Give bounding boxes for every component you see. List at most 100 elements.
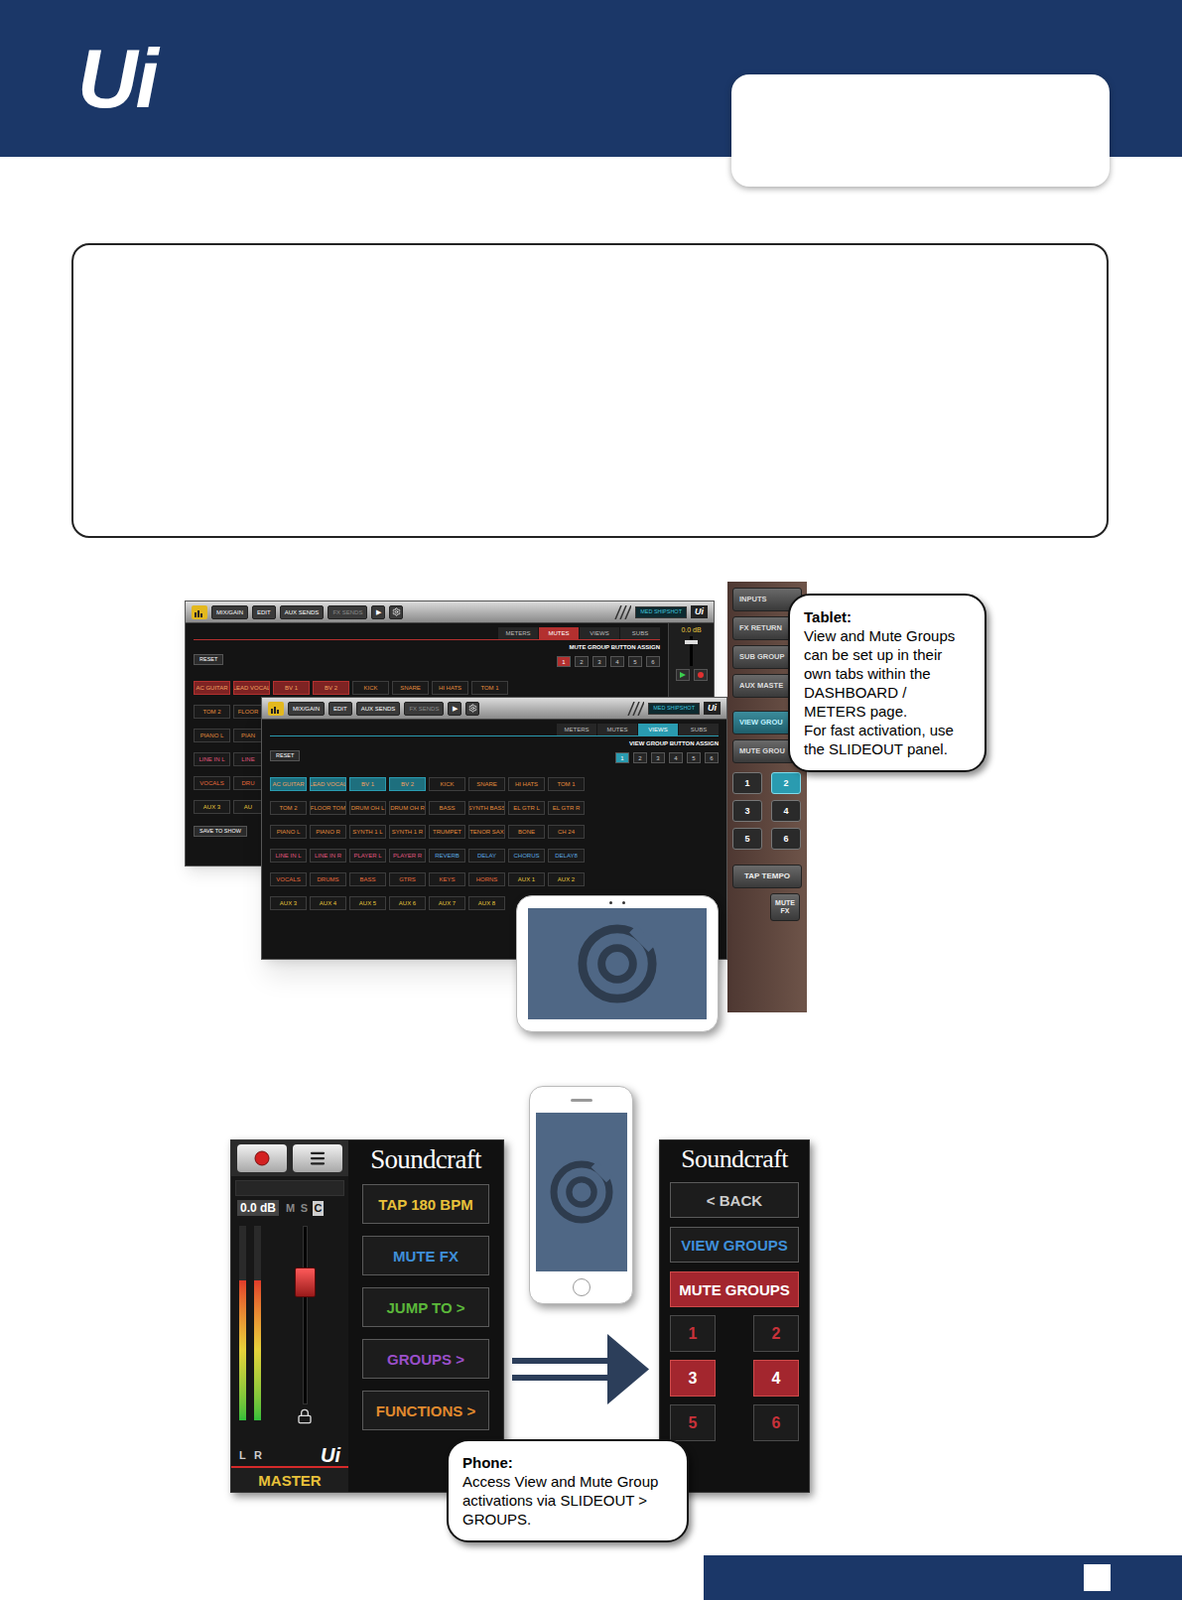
channel-button[interactable]: DELAY8 xyxy=(547,848,585,863)
channel-button[interactable]: TOM 1 xyxy=(471,680,509,695)
save-to-show-button[interactable]: SAVE TO SHOW xyxy=(193,825,248,837)
menu-button[interactable] xyxy=(292,1144,343,1173)
channel-button[interactable]: EL GTR L xyxy=(508,800,545,815)
toolbar-button[interactable]: FX SENDS xyxy=(403,701,444,716)
channel-button[interactable]: HORNS xyxy=(468,872,506,887)
channel-button[interactable]: LEAD VOCAL xyxy=(309,777,347,791)
record-button[interactable] xyxy=(693,668,708,681)
group-assign-button[interactable]: 2 xyxy=(574,656,589,667)
play-button[interactable] xyxy=(675,668,690,681)
channel-button[interactable]: AUX 6 xyxy=(389,896,426,911)
channel-button[interactable]: DRU xyxy=(233,776,263,790)
group-assign-button[interactable]: 2 xyxy=(633,752,648,764)
channel-button[interactable]: TOM 2 xyxy=(269,800,307,815)
channel-button[interactable]: AUX 1 xyxy=(508,872,545,887)
channel-button[interactable]: DELAY xyxy=(468,848,506,863)
play-button[interactable]: ▶ xyxy=(447,701,462,716)
group-assign-button[interactable]: 6 xyxy=(646,656,660,667)
channel-button[interactable]: BV 1 xyxy=(272,680,310,695)
channel-button[interactable]: VOCALS xyxy=(269,872,307,887)
channel-button[interactable]: DRUM OH L xyxy=(349,800,387,815)
channel-button[interactable]: AUX 5 xyxy=(349,896,387,911)
group-button[interactable]: 6 xyxy=(771,827,801,850)
channel-button[interactable]: BV 2 xyxy=(312,680,350,695)
slideout-button[interactable]: FUNCTIONS > xyxy=(362,1390,490,1431)
channel-button[interactable]: CHORUS xyxy=(508,848,545,863)
channel-button[interactable]: HI HATS xyxy=(508,777,545,791)
channel-button[interactable]: DRUMS xyxy=(309,872,347,887)
slideout-button[interactable]: MUTE FX xyxy=(362,1235,490,1276)
tab[interactable]: METERS xyxy=(498,627,538,640)
channel-button[interactable]: REVERB xyxy=(428,848,466,863)
settings-button[interactable] xyxy=(389,605,403,620)
tab[interactable]: SUBS xyxy=(678,723,719,736)
reset-button[interactable]: RESET xyxy=(269,750,300,762)
channel-button[interactable]: SYNTH 1 L xyxy=(349,824,387,839)
slideout-button[interactable]: GROUPS > xyxy=(362,1338,490,1379)
channel-button[interactable]: BONE xyxy=(508,824,545,839)
toolbar-button[interactable]: MIX/GAIN xyxy=(211,605,249,620)
fader[interactable] xyxy=(302,1225,308,1405)
channel-button[interactable]: TOM 2 xyxy=(193,704,231,719)
group-button[interactable]: 1 xyxy=(732,772,763,794)
channel-button[interactable]: LINE IN L xyxy=(269,848,307,863)
dashboard-button[interactable] xyxy=(191,605,208,620)
settings-button[interactable] xyxy=(465,701,480,716)
channel-button[interactable]: AUX 8 xyxy=(468,896,506,911)
channel-button[interactable]: AC GUITAR xyxy=(193,680,231,695)
group-button[interactable]: 2 xyxy=(753,1314,799,1352)
channel-button[interactable]: TRUMPET xyxy=(428,824,466,839)
group-assign-button[interactable]: 4 xyxy=(668,752,683,764)
channel-button[interactable]: LINE xyxy=(233,752,263,767)
channel-button[interactable]: SNARE xyxy=(468,777,506,791)
channel-button[interactable]: LINE IN L xyxy=(193,752,231,767)
group-assign-button[interactable]: 1 xyxy=(556,656,571,667)
toolbar-button[interactable]: MIX/GAIN xyxy=(287,701,325,716)
channel-button[interactable]: AU xyxy=(233,799,263,814)
channel-button[interactable]: BASS xyxy=(428,800,466,815)
group-assign-button[interactable]: 5 xyxy=(686,752,701,764)
channel-button[interactable]: AUX 2 xyxy=(547,872,585,887)
group-assign-button[interactable]: 3 xyxy=(651,752,665,764)
channel-button[interactable]: BASS xyxy=(349,872,387,887)
toolbar-button[interactable]: FX SENDS xyxy=(327,605,368,620)
channel-button[interactable]: AUX 3 xyxy=(269,896,307,911)
channel-button[interactable]: TOM 1 xyxy=(547,777,585,791)
toolbar-button[interactable]: EDIT xyxy=(328,701,353,716)
channel-button[interactable]: FLOOR TOM xyxy=(309,800,347,815)
channel-mode-button[interactable]: S xyxy=(298,1200,310,1216)
channel-button[interactable]: AUX 7 xyxy=(428,896,466,911)
channel-button[interactable]: FLOOR xyxy=(233,704,263,719)
channel-button[interactable]: GTRS xyxy=(389,872,426,887)
channel-button[interactable]: PLAYER L xyxy=(349,848,387,863)
group-button[interactable]: 4 xyxy=(753,1359,799,1397)
group-button[interactable]: 3 xyxy=(732,799,763,822)
channel-button[interactable]: PIAN xyxy=(233,728,263,743)
toolbar-button[interactable]: AUX SENDS xyxy=(356,701,401,716)
reset-button[interactable]: RESET xyxy=(193,654,224,665)
channel-button[interactable]: PIANO L xyxy=(269,824,307,839)
channel-button[interactable]: PLAYER R xyxy=(389,848,426,863)
group-assign-button[interactable]: 3 xyxy=(592,656,607,667)
tab[interactable]: SUBS xyxy=(620,627,660,640)
channel-mode-button[interactable]: M xyxy=(284,1200,296,1216)
slideout-button[interactable]: TAP 180 BPM xyxy=(362,1183,490,1224)
group-button[interactable]: 4 xyxy=(771,799,801,822)
group-assign-button[interactable]: 1 xyxy=(615,752,630,764)
tab[interactable]: VIEWS xyxy=(638,723,678,736)
group-assign-button[interactable]: 5 xyxy=(628,656,643,667)
back-button[interactable]: < BACK xyxy=(669,1182,799,1218)
channel-mode-button[interactable]: C xyxy=(312,1200,324,1216)
channel-button[interactable]: HI HATS xyxy=(431,680,469,695)
channel-button[interactable]: AUX 3 xyxy=(193,799,231,814)
channel-button[interactable]: TENOR SAX xyxy=(468,824,506,839)
channel-button[interactable]: KICK xyxy=(428,777,466,791)
tab[interactable]: MUTES xyxy=(597,723,638,736)
channel-button[interactable]: SYNTH 1 R xyxy=(389,824,426,839)
channel-button[interactable]: EL GTR R xyxy=(547,800,585,815)
group-tab[interactable]: VIEW GROUPS xyxy=(669,1226,799,1263)
channel-button[interactable]: LEAD VOCAL xyxy=(233,680,270,695)
mute-fx-button[interactable]: MUTE FX xyxy=(770,893,800,921)
group-assign-button[interactable]: 6 xyxy=(704,752,719,764)
slideout-button[interactable]: JUMP TO > xyxy=(362,1287,490,1327)
